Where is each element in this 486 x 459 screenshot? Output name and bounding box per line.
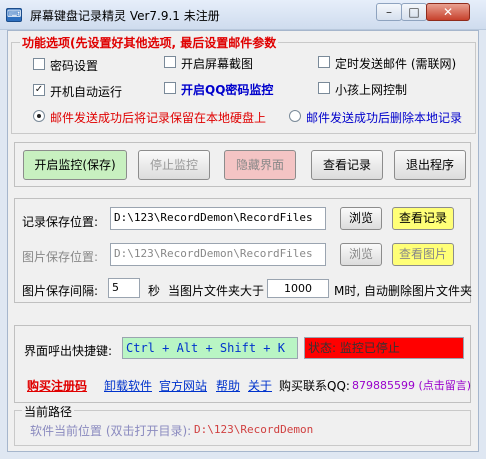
image-path-field[interactable]: D:\123\RecordDemon\RecordFiles [110, 243, 326, 266]
screenshot-label: 开启屏幕截图 [181, 57, 254, 71]
interval-label: 图片保存间隔: [22, 284, 99, 298]
window-title: 屏幕键盘记录精灵 Ver7.9.1 未注册 [30, 9, 220, 23]
current-path-value[interactable]: D:\123\RecordDemon [194, 423, 313, 436]
about-link[interactable]: 关于 [248, 377, 272, 394]
image-view-button[interactable]: 查看图片 [392, 243, 454, 266]
exit-button[interactable]: 退出程序 [394, 150, 466, 180]
current-path-title: 当前路径 [22, 403, 75, 420]
stop-monitor-button[interactable]: 停止监控 [138, 150, 210, 180]
maximize-button[interactable]: □ [401, 3, 427, 21]
uninstall-link[interactable]: 卸载软件 [104, 377, 152, 394]
hide-window-button[interactable]: 隐藏界面 [224, 150, 296, 180]
password-label: 密码设置 [50, 59, 99, 73]
folder-limit-label: 当图片文件夹大于 [168, 284, 265, 298]
qq-monitor-checkbox[interactable] [164, 82, 176, 94]
website-link[interactable]: 官方网站 [159, 377, 207, 394]
view-records-button[interactable]: 查看记录 [311, 150, 383, 180]
record-browse-button[interactable]: 浏览 [340, 207, 382, 230]
qq-monitor-label: 开启QQ密码监控 [181, 83, 274, 97]
keep-records-radio[interactable] [33, 110, 45, 122]
hotkey-field[interactable]: Ctrl + Alt + Shift + K [122, 337, 298, 359]
timed-email-label: 定时发送邮件 (需联网) [335, 57, 457, 71]
keyboard-icon: ⌨ [6, 8, 22, 22]
keep-records-label: 邮件发送成功后将记录保留在本地硬盘上 [50, 111, 267, 125]
folder-limit-field[interactable]: 1000 [267, 279, 329, 298]
hotkey-label: 界面呼出快捷键: [24, 344, 113, 358]
options-group-title: 功能选项(先设置好其他选项, 最后设置邮件参数 [20, 34, 279, 51]
contact-qq[interactable]: 879885599 (点击留言) [352, 377, 471, 393]
interval-field[interactable]: 5 [108, 278, 140, 298]
timed-email-checkbox[interactable] [318, 56, 330, 68]
kid-control-label: 小孩上网控制 [335, 83, 408, 97]
folder-limit-suffix: M时, 自动删除图片文件夹 [334, 284, 472, 298]
current-path-label: 软件当前位置 (双击打开目录): [30, 424, 192, 438]
buy-link[interactable]: 购买注册码 [27, 377, 87, 394]
delete-records-radio[interactable] [289, 110, 301, 122]
start-monitor-button[interactable]: 开启监控(保存) [23, 150, 127, 180]
password-checkbox[interactable] [33, 58, 45, 70]
record-path-field[interactable]: D:\123\RecordDemon\RecordFiles [110, 207, 326, 230]
image-browse-button[interactable]: 浏览 [340, 243, 382, 266]
interval-unit: 秒 [148, 284, 161, 298]
kid-control-checkbox[interactable] [318, 82, 330, 94]
autostart-checkbox[interactable]: ✓ [33, 84, 45, 96]
screenshot-checkbox[interactable] [164, 56, 176, 68]
contact-label: 购买联系QQ: [279, 379, 350, 393]
autostart-label: 开机自动运行 [50, 85, 123, 99]
close-button[interactable]: ✕ [426, 3, 470, 21]
record-path-label: 记录保存位置: [22, 215, 99, 229]
minimize-button[interactable]: – [376, 3, 402, 21]
delete-records-label: 邮件发送成功后删除本地记录 [306, 111, 463, 125]
help-link[interactable]: 帮助 [216, 377, 240, 394]
status-field: 状态: 监控已停止 [304, 337, 464, 359]
image-path-label: 图片保存位置: [22, 250, 99, 264]
record-view-button[interactable]: 查看记录 [392, 207, 454, 230]
radio-selected-dot [37, 114, 41, 118]
